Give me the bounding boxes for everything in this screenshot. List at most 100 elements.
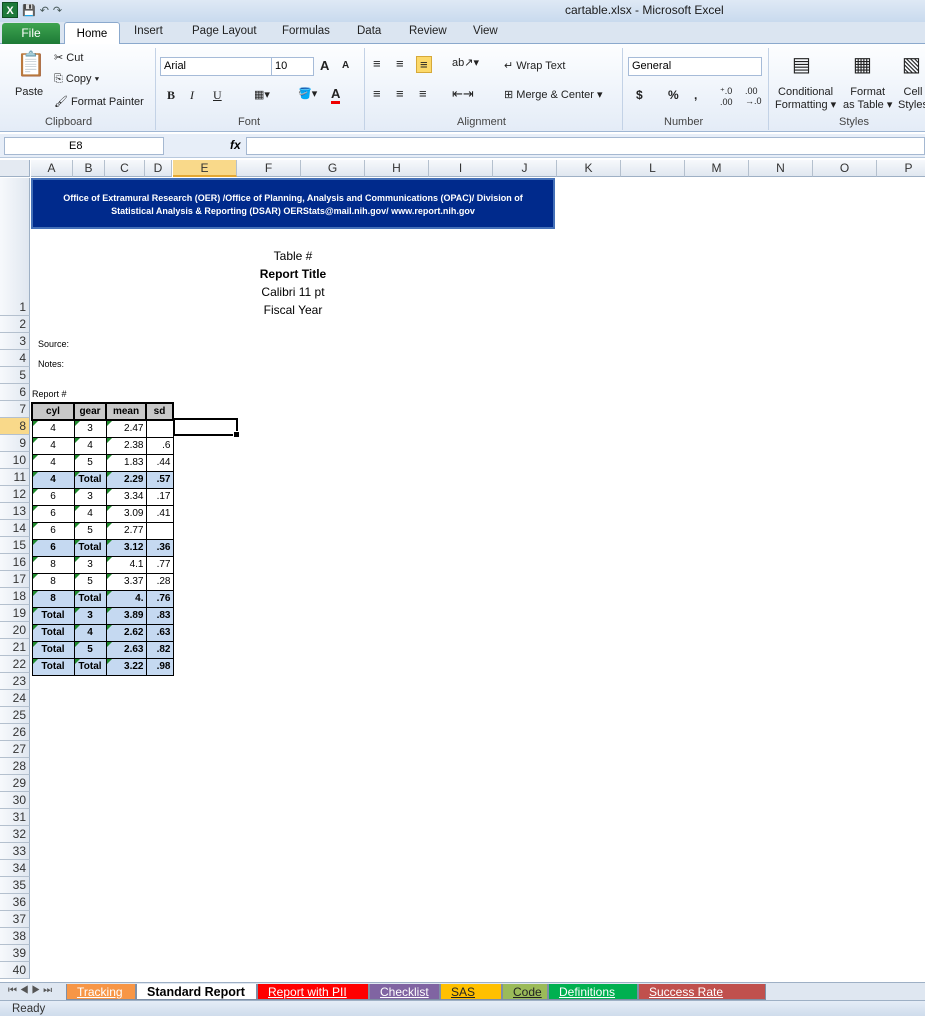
cell-cyl[interactable]: 4 [31,453,75,472]
row-header-26[interactable]: 26 [0,724,30,741]
cell-gear[interactable]: 5 [73,640,107,659]
orientation-icon[interactable]: ab↗▾ [452,56,479,69]
cell-gear[interactable]: 3 [73,487,107,506]
tab-view[interactable]: View [473,25,498,37]
tab-home[interactable]: Home [64,22,120,45]
cell-cyl[interactable]: Total [31,606,75,625]
row-header-1[interactable]: 1 [0,178,30,316]
tab-review[interactable]: Review [409,25,447,37]
select-all-corner[interactable] [0,160,30,177]
align-bottom-icon[interactable]: ≡ [416,56,432,73]
column-header-d[interactable]: D [145,160,172,177]
number-format-select[interactable]: General [628,57,762,76]
cell-cyl[interactable]: Total [31,657,75,676]
row-header-40[interactable]: 40 [0,962,30,979]
cell-cyl[interactable]: 6 [31,538,75,557]
cell-mean[interactable]: 2.77 [105,521,147,540]
row-header-29[interactable]: 29 [0,775,30,792]
cell-sd[interactable]: .44 [145,453,174,472]
copy-button[interactable]: ⎘ Copy ▾ [54,73,99,86]
row-header-7[interactable]: 7 [0,401,30,418]
decrease-decimal-button[interactable]: .00 →.0 [745,86,762,106]
row-header-17[interactable]: 17 [0,571,30,588]
cell-cyl[interactable]: 8 [31,572,75,591]
cell-mean[interactable]: 1.83 [105,453,147,472]
row-header-23[interactable]: 23 [0,673,30,690]
paste-icon[interactable]: 📋 [16,50,46,79]
cell-sd[interactable]: .82 [145,640,174,659]
row-header-35[interactable]: 35 [0,877,30,894]
row-header-4[interactable]: 4 [0,350,30,367]
paste-button[interactable]: Paste [15,86,43,98]
row-header-37[interactable]: 37 [0,911,30,928]
align-middle-icon[interactable]: ≡ [396,56,404,71]
cell-gear[interactable]: 3 [73,419,107,438]
row-header-33[interactable]: 33 [0,843,30,860]
cell-cyl[interactable]: 6 [31,521,75,540]
row-header-5[interactable]: 5 [0,367,30,384]
cell-cyl[interactable]: 4 [31,436,75,455]
cell-gear[interactable]: 3 [73,606,107,625]
sheet-tab-sas-log[interactable]: SAS Log [440,984,502,1015]
format-painter-button[interactable]: 🖌 Format Painter [54,95,144,108]
cell-mean[interactable]: 4. [105,589,147,608]
cell-mean[interactable]: 4.1 [105,555,147,574]
row-header-39[interactable]: 39 [0,945,30,962]
row-header-31[interactable]: 31 [0,809,30,826]
column-header-a[interactable]: A [31,160,73,177]
cell-sd[interactable]: .6 [145,436,174,455]
cell-mean[interactable]: 2.47 [105,419,147,438]
column-header-p[interactable]: P [877,160,925,177]
row-header-18[interactable]: 18 [0,588,30,605]
row-header-15[interactable]: 15 [0,537,30,554]
header-mean[interactable]: mean [105,402,147,421]
row-header-3[interactable]: 3 [0,333,30,350]
indent-icons[interactable]: ⇤⇥ [452,86,474,102]
column-header-k[interactable]: K [557,160,621,177]
column-header-g[interactable]: G [301,160,365,177]
column-header-h[interactable]: H [365,160,429,177]
column-header-b[interactable]: B [73,160,105,177]
row-header-24[interactable]: 24 [0,690,30,707]
cell-sd[interactable]: .77 [145,555,174,574]
header-gear[interactable]: gear [73,402,107,421]
cell-gear[interactable]: Total [73,470,107,489]
row-header-16[interactable]: 16 [0,554,30,571]
cell-mean[interactable]: 2.63 [105,640,147,659]
cell-gear[interactable]: 4 [73,504,107,523]
cell-mean[interactable]: 3.22 [105,657,147,676]
cell-sd[interactable]: .17 [145,487,174,506]
row-header-30[interactable]: 30 [0,792,30,809]
cut-button[interactable]: ✂ Cut [54,51,83,64]
row-header-11[interactable]: 11 [0,469,30,486]
sheet-tab-code[interactable]: Code [502,984,548,1000]
cell-gear[interactable]: 4 [73,623,107,642]
underline-button[interactable]: U [213,88,222,103]
selected-cell-e8[interactable] [173,418,240,438]
fill-color-icon[interactable]: 🪣▾ [298,87,317,100]
cell-mean[interactable]: 3.12 [105,538,147,557]
row-header-32[interactable]: 32 [0,826,30,843]
cell-sd[interactable]: .63 [145,623,174,642]
row-header-21[interactable]: 21 [0,639,30,656]
row-header-2[interactable]: 2 [0,316,30,333]
align-top-icon[interactable]: ≡ [373,56,381,71]
cell-mean[interactable]: 3.34 [105,487,147,506]
sheet-tab-success-rate-definit[interactable]: Success Rate Definit [638,984,766,1015]
cell-sd[interactable]: .98 [145,657,174,676]
undo-icon[interactable]: ↶ [40,4,49,17]
sheet-tab-report-with-pii[interactable]: Report with PII [257,984,369,1000]
shrink-font-button[interactable]: A [342,60,349,71]
row-header-28[interactable]: 28 [0,758,30,775]
grow-font-button[interactable]: A [320,58,329,73]
column-header-c[interactable]: C [105,160,145,177]
cell-mean[interactable]: 2.62 [105,623,147,642]
row-header-38[interactable]: 38 [0,928,30,945]
format-as-table-button[interactable]: Format as Table ▾ [843,86,892,112]
cell-sd[interactable]: .76 [145,589,174,608]
cell-sd[interactable]: .41 [145,504,174,523]
cell-sd[interactable] [145,521,174,540]
wrap-text-button[interactable]: ↵ Wrap Text [504,59,565,72]
cell-gear[interactable]: Total [73,538,107,557]
cell-mean[interactable]: 3.09 [105,504,147,523]
